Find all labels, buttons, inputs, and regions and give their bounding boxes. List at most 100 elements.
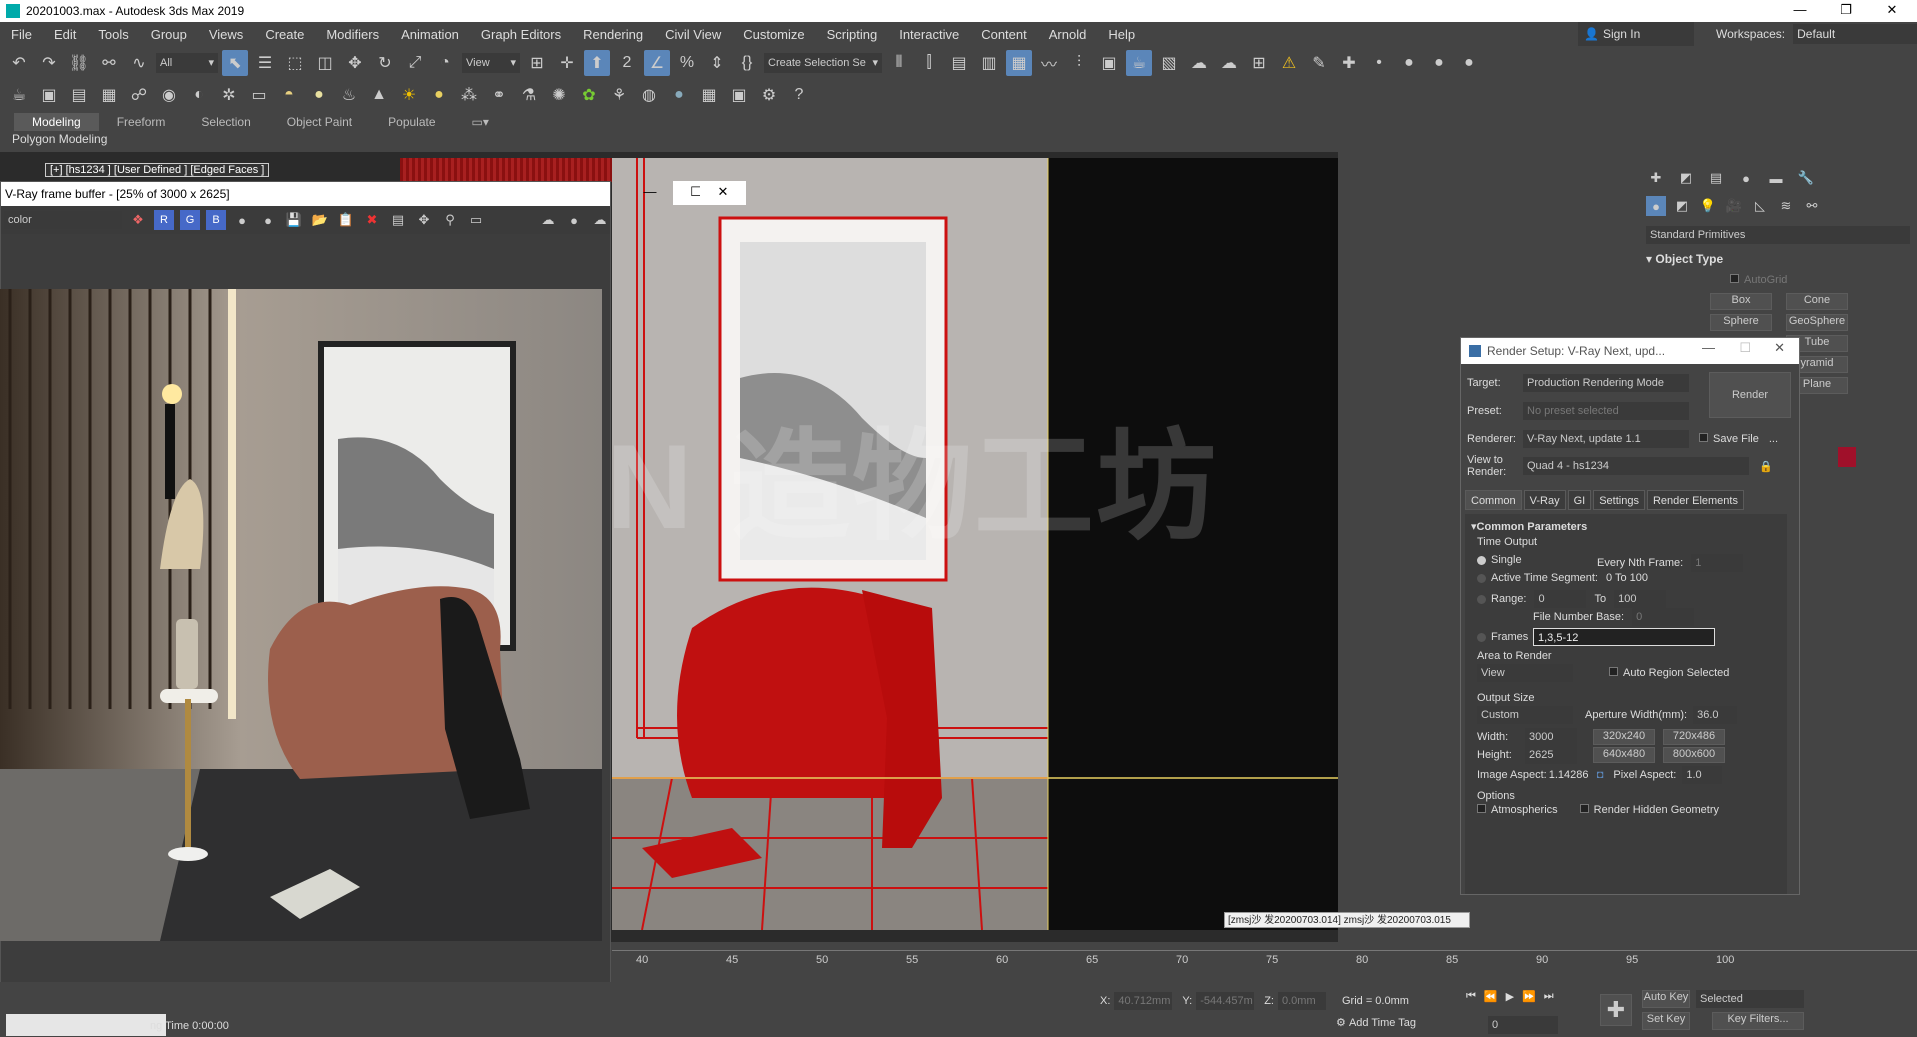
vfb-green-channel-button[interactable]: G	[180, 210, 200, 230]
scene-states-icon[interactable]: ▤	[66, 82, 92, 108]
geometry-icon[interactable]: ●	[1646, 196, 1666, 216]
render-button[interactable]: Render	[1709, 372, 1791, 418]
renderer-dropdown[interactable]: V-Ray Next, update 1.1	[1523, 430, 1689, 448]
vray-sun-icon[interactable]: ☀	[396, 82, 422, 108]
lights-icon[interactable]: 💡	[1698, 196, 1718, 216]
minimize-button[interactable]: —	[1777, 0, 1823, 22]
range-radio[interactable]	[1477, 594, 1486, 604]
width-spinner[interactable]: 3000	[1525, 728, 1577, 746]
select-manipulate-icon[interactable]: ✛	[554, 50, 580, 76]
render-setup-minimize-button[interactable]: —	[1702, 340, 1715, 355]
set-key-plus-icon[interactable]: ✚	[1600, 994, 1632, 1026]
vray-balls-icon[interactable]: ⚭	[486, 82, 512, 108]
select-object-icon[interactable]: ⬉	[222, 50, 248, 76]
view-to-render-dropdown[interactable]: Quad 4 - hs1234	[1523, 457, 1749, 475]
current-frame-input[interactable]: 0	[1488, 1016, 1558, 1034]
vfb-minimize-ctrl[interactable]: —	[627, 181, 673, 205]
vfb-lens-icon[interactable]: ▭	[466, 210, 486, 230]
ribbon-tab-modeling[interactable]: Modeling	[14, 113, 99, 131]
box-button[interactable]: Box	[1710, 293, 1772, 310]
vray-sphere-light-icon[interactable]: ●	[306, 82, 332, 108]
close-button[interactable]: ✕	[1869, 0, 1915, 22]
lock-view-icon[interactable]: 🔒	[1759, 460, 1773, 473]
hierarchy-tab-icon[interactable]: ▤	[1706, 168, 1726, 188]
utilities-tab-icon[interactable]: 🔧	[1796, 168, 1816, 188]
pivot-center-icon[interactable]: ⊞	[524, 50, 550, 76]
range-from-spinner[interactable]: 0	[1534, 590, 1587, 608]
next-frame-icon[interactable]: ⏩	[1522, 990, 1536, 1003]
vray-tools-icon[interactable]: ⚙	[756, 82, 782, 108]
vfb-region-icon[interactable]: ✥	[414, 210, 434, 230]
create-selection-set-dropdown[interactable]: Create Selection Se	[764, 53, 882, 73]
file-number-base-spinner[interactable]: 0	[1632, 608, 1695, 626]
move-icon[interactable]: ✥	[342, 50, 368, 76]
menu-arnold[interactable]: Arnold	[1038, 27, 1098, 42]
z-coord-input[interactable]: 0.0mm	[1277, 992, 1326, 1010]
viewport-label[interactable]: [+] [hs1234 ] [User Defined ] [Edged Fac…	[45, 163, 270, 177]
object-color-swatch[interactable]	[1838, 447, 1856, 467]
ribbon-options-icon[interactable]: ▭▾	[454, 113, 507, 131]
range-to-spinner[interactable]: 100	[1614, 590, 1667, 608]
unlink-icon[interactable]: ⚯	[96, 50, 122, 76]
common-params-rollout[interactable]: ▾ Common Parameters	[1471, 520, 1587, 534]
link-icon[interactable]: ⛓	[66, 50, 92, 76]
motion-tab-icon[interactable]: ●	[1736, 168, 1756, 188]
vfb-alpha-icon[interactable]: ●	[232, 210, 252, 230]
auto-region-checkbox[interactable]: Auto Region Selected	[1609, 667, 1729, 679]
menu-edit[interactable]: Edit	[43, 27, 87, 42]
aperture-width-spinner[interactable]: 36.0	[1693, 706, 1738, 724]
helpers-icon[interactable]: ◺	[1750, 196, 1770, 216]
rotate-icon[interactable]: ↻	[372, 50, 398, 76]
restore-button[interactable]: ❐	[1823, 0, 1869, 22]
auto-key-button[interactable]: Auto Key	[1642, 990, 1690, 1008]
maxscript-listener[interactable]	[6, 1014, 166, 1036]
named-selection-icon[interactable]: {}	[734, 50, 760, 76]
goto-start-icon[interactable]: ⏮	[1466, 990, 1476, 1003]
menu-interactive[interactable]: Interactive	[888, 27, 970, 42]
vray-material-sphere-icon[interactable]: ●	[666, 82, 692, 108]
help-icon[interactable]: ?	[786, 82, 812, 108]
ribbon-tab-selection[interactable]: Selection	[183, 113, 268, 131]
reference-coord-dropdown[interactable]: View	[462, 53, 520, 73]
vray-particles-icon[interactable]: ⁂	[456, 82, 482, 108]
brush-icon[interactable]: ✎	[1306, 50, 1332, 76]
vfb-ipr-icon[interactable]: ☁	[590, 210, 610, 230]
vray-plane-icon[interactable]: ▭	[246, 82, 272, 108]
target-dropdown[interactable]: Production Rendering Mode	[1523, 374, 1689, 392]
transform-gizmo-icon[interactable]: ✚	[1336, 50, 1362, 76]
vray-grass-icon[interactable]: ✿	[576, 82, 602, 108]
menu-modifiers[interactable]: Modifiers	[315, 27, 390, 42]
vfb-copy-icon[interactable]: 📋	[336, 210, 356, 230]
snaps-toggle-icon[interactable]: 2	[614, 50, 640, 76]
vfb-mono-icon[interactable]: ●	[258, 210, 278, 230]
a360-gallery-icon[interactable]: ⊞	[1246, 50, 1272, 76]
ribbon-tab-freeform[interactable]: Freeform	[99, 113, 184, 131]
cameras-icon[interactable]: 🎥	[1724, 196, 1744, 216]
menu-animation[interactable]: Animation	[390, 27, 470, 42]
autogrid-checkbox[interactable]: AutoGrid	[1730, 274, 1787, 286]
vfb-clear-icon[interactable]: ✖	[362, 210, 382, 230]
vfb-red-channel-button[interactable]: R	[154, 210, 174, 230]
scale-icon[interactable]: ⤢	[402, 50, 428, 76]
shapes-icon[interactable]: ◩	[1672, 196, 1692, 216]
systems-icon[interactable]: ⚯	[1802, 196, 1822, 216]
vray-mesh-light-icon[interactable]: ♨	[336, 82, 362, 108]
ribbon-tab-populate[interactable]: Populate	[370, 113, 453, 131]
spinner-snap-icon[interactable]: ⇕	[704, 50, 730, 76]
preset-dropdown[interactable]: No preset selected	[1523, 402, 1689, 420]
vfb-render-image[interactable]	[0, 289, 602, 941]
vfb-close-ctrl[interactable]: ✕	[700, 181, 746, 205]
tab-common[interactable]: Common	[1465, 490, 1522, 510]
goto-end-icon[interactable]: ⏭	[1544, 990, 1554, 1003]
vray-hair-icon[interactable]: ⚘	[606, 82, 632, 108]
preset-640x480-button[interactable]: 640x480	[1593, 747, 1655, 763]
preset-720x486-button[interactable]: 720x486	[1663, 729, 1725, 745]
undo-icon[interactable]: ↶	[6, 50, 32, 76]
render-hidden-checkbox[interactable]: Render Hidden Geometry	[1579, 804, 1719, 816]
every-nth-spinner[interactable]: 1	[1691, 554, 1744, 572]
create-tab-icon[interactable]: ✚	[1646, 168, 1666, 188]
key-mode-dropdown[interactable]: Selected	[1696, 990, 1804, 1008]
ribbon-panel-polygon-modeling[interactable]: Polygon Modeling	[12, 132, 107, 146]
render-in-cloud-icon[interactable]: ☁	[1216, 50, 1242, 76]
tab-vray[interactable]: V-Ray	[1523, 490, 1566, 510]
